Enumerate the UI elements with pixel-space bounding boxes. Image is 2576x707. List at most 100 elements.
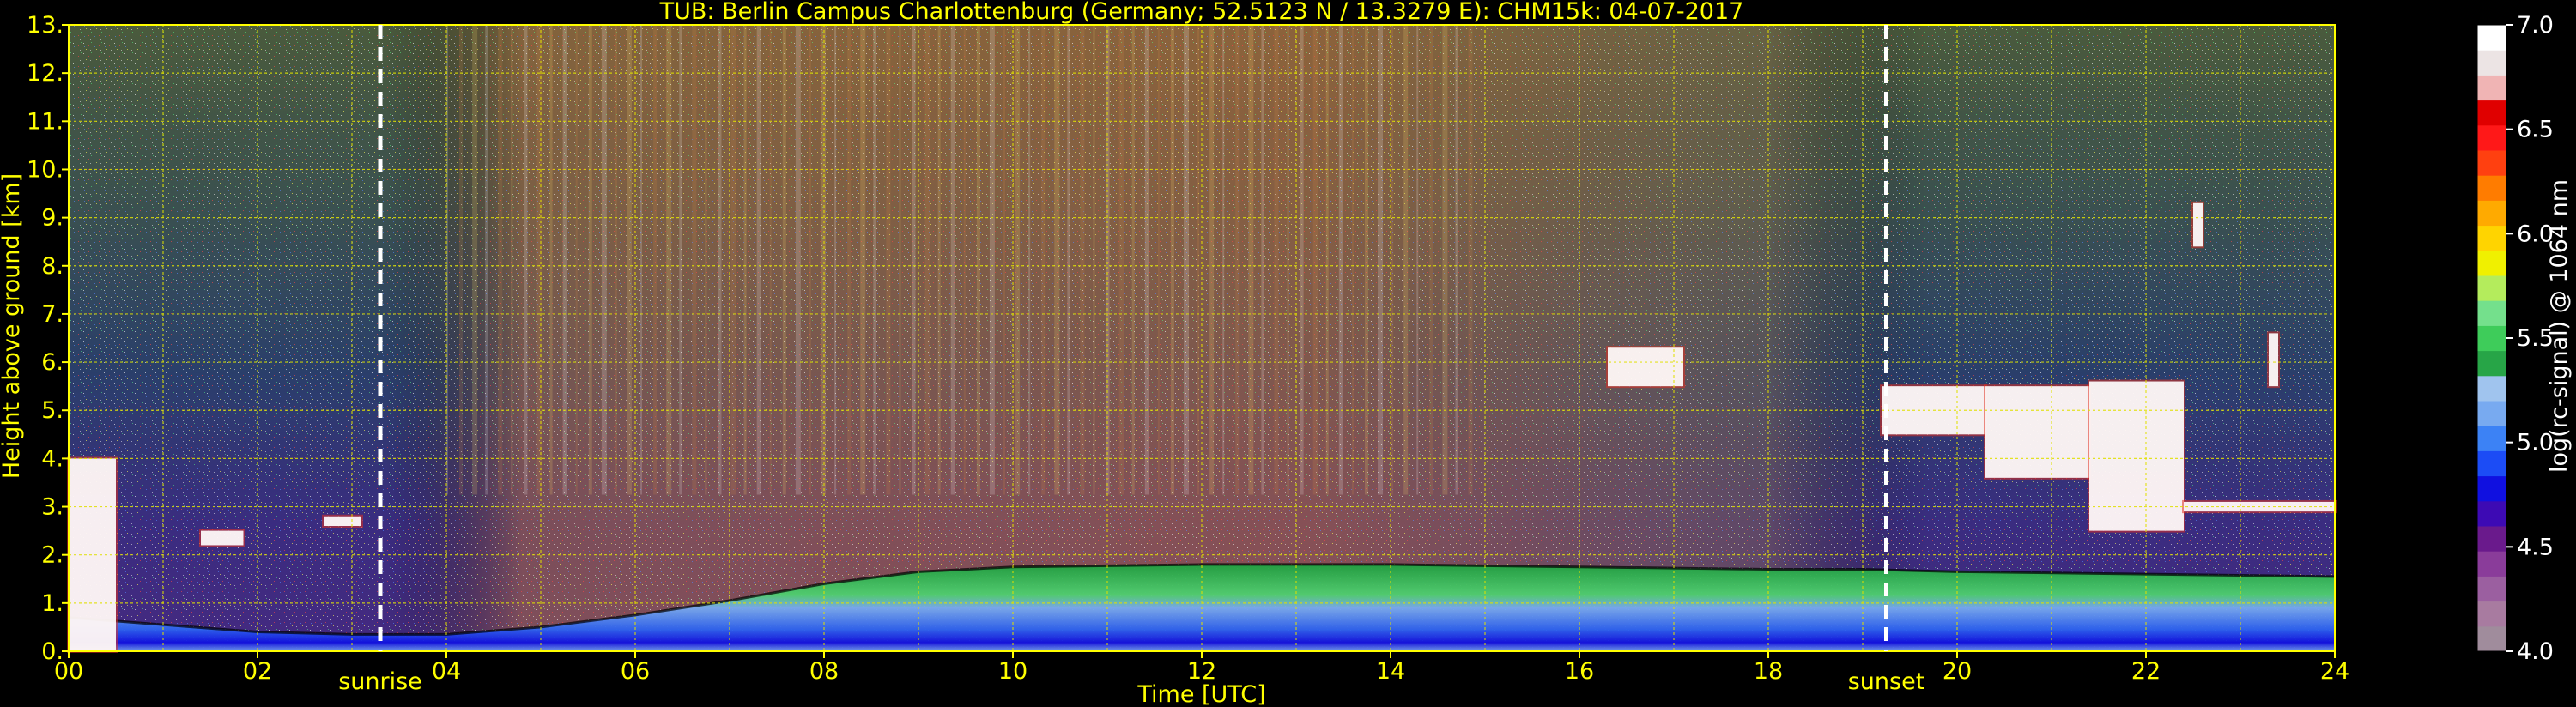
colorbar-swatch [2477,150,2506,176]
y-tick-label: 6. [41,349,64,376]
cloud-layer [201,530,244,546]
y-tick-label: 2. [41,542,64,569]
noise-streak [446,25,448,495]
noise-streak [459,25,464,495]
x-tick-label: 18 [1754,658,1783,685]
noise-streak [536,25,542,495]
cloud-layer [2269,333,2278,387]
x-tick-label: 20 [1943,658,1972,685]
y-tick-label: 5. [41,397,64,424]
noise-streak [1468,25,1473,495]
noise-streak [1248,25,1254,495]
noise-streak [937,25,941,495]
noise-streak [730,25,736,495]
noise-streak [1028,25,1031,495]
noise-streak [873,25,876,495]
noise-streak [1015,25,1021,495]
noise-streak [653,25,658,495]
noise-streak [769,25,772,495]
noise-streak [847,25,852,495]
colorbar-swatch [2477,200,2506,227]
colorbar-swatch [2477,275,2506,301]
noise-streak [1209,25,1215,495]
y-tick-label: 1. [41,590,64,617]
sunrise-label: sunrise [338,668,422,695]
colorbar-tick-label: 4.0 [2517,638,2554,665]
cloud-layer [2193,202,2203,247]
noise-streak [718,25,722,495]
noise-streak [498,25,503,495]
noise-streak [782,25,786,495]
colorbar-swatch [2477,75,2506,101]
noise-streak [1157,25,1160,495]
colorbar-swatch [2477,500,2506,527]
colorbar-swatch [2477,426,2506,451]
cloud-layer [2089,381,2184,531]
colorbar-tick-label: 7.0 [2517,12,2554,39]
y-tick-label: 9. [41,205,64,232]
x-tick-label: 06 [621,658,650,685]
noise-streak [834,25,837,495]
noise-streak [924,25,930,495]
colorbar-swatch [2477,475,2506,502]
noise-streak [1041,25,1046,495]
noise-streak [1300,25,1304,495]
y-tick-label: 13. [27,12,64,39]
colorbar-swatch [2477,25,2506,51]
x-tick-label: 10 [998,658,1027,685]
noise-streak [1222,25,1225,495]
noise-streak [1197,25,1200,495]
colorbar-swatch [2477,100,2506,126]
y-tick-label: 7. [41,301,64,328]
plot-area [67,24,2337,653]
noise-streak [1455,25,1458,495]
y-tick-label: 10. [27,156,64,183]
x-tick-label: 08 [809,658,839,685]
noise-streak [1118,25,1124,495]
noise-streak [1106,25,1110,495]
colorbar-swatch [2477,375,2506,402]
colorbar-swatch [2477,50,2506,76]
noise-streak [588,25,592,495]
noise-streak [1312,25,1318,495]
noise-streak [562,25,567,495]
noise-streak [886,25,891,495]
colorbar-swatch [2477,250,2506,276]
lidar-figure: 00 02 04 06 08 10 12 14 16 18 20 22 24 0.1.2.3.4.5.6… [0,0,2573,707]
x-tick-label: 24 [2320,658,2349,685]
colorbar-swatch [2477,175,2506,201]
noise-streak [743,25,747,495]
noise-streak [601,25,607,495]
noise-streak [485,25,488,495]
x-tick-label: 02 [243,658,272,685]
colorbar-swatch [2477,576,2506,602]
y-tick-label: 11. [27,108,64,135]
y-axis: 0. 1. 2. 3. 4. 5. 6. 7. 8. 9. 10. 11. 12. 13. [27,12,69,665]
colorbar-swatch [2477,625,2506,652]
noise-streak [860,25,866,495]
noise-streak [1429,25,1433,495]
noise-streak [808,25,811,495]
colorbar: 4.04.55.05.56.06.57.0 [2476,12,2554,665]
colorbar-label: log(rc-signal) @ 1064 nm [2546,179,2573,473]
noise-streak [1261,25,1264,495]
noise-streak [963,25,966,495]
colorbar-swatch [2477,300,2506,326]
y-tick-label: 3. [41,494,64,521]
noise-streak [1131,25,1135,495]
y-tick-label: 8. [41,253,64,280]
noise-streak [1287,25,1289,495]
colorbar-swatch [2477,350,2506,377]
colorbar-tick-label: 6.5 [2517,117,2554,143]
x-tick-label: 04 [432,658,461,685]
noise-streak [666,25,672,495]
y-axis-label: Height above ground [km] [0,173,25,479]
noise-streak [976,25,980,495]
cloud-layer [1985,386,2089,478]
noise-streak [1067,25,1070,495]
noise-streak [1364,25,1368,495]
y-tick-label: 12. [27,60,64,87]
noise-streak [795,25,801,495]
noise-streak [1403,25,1409,495]
chart-title: TUB: Berlin Campus Charlottenburg (Germa… [659,0,1744,25]
